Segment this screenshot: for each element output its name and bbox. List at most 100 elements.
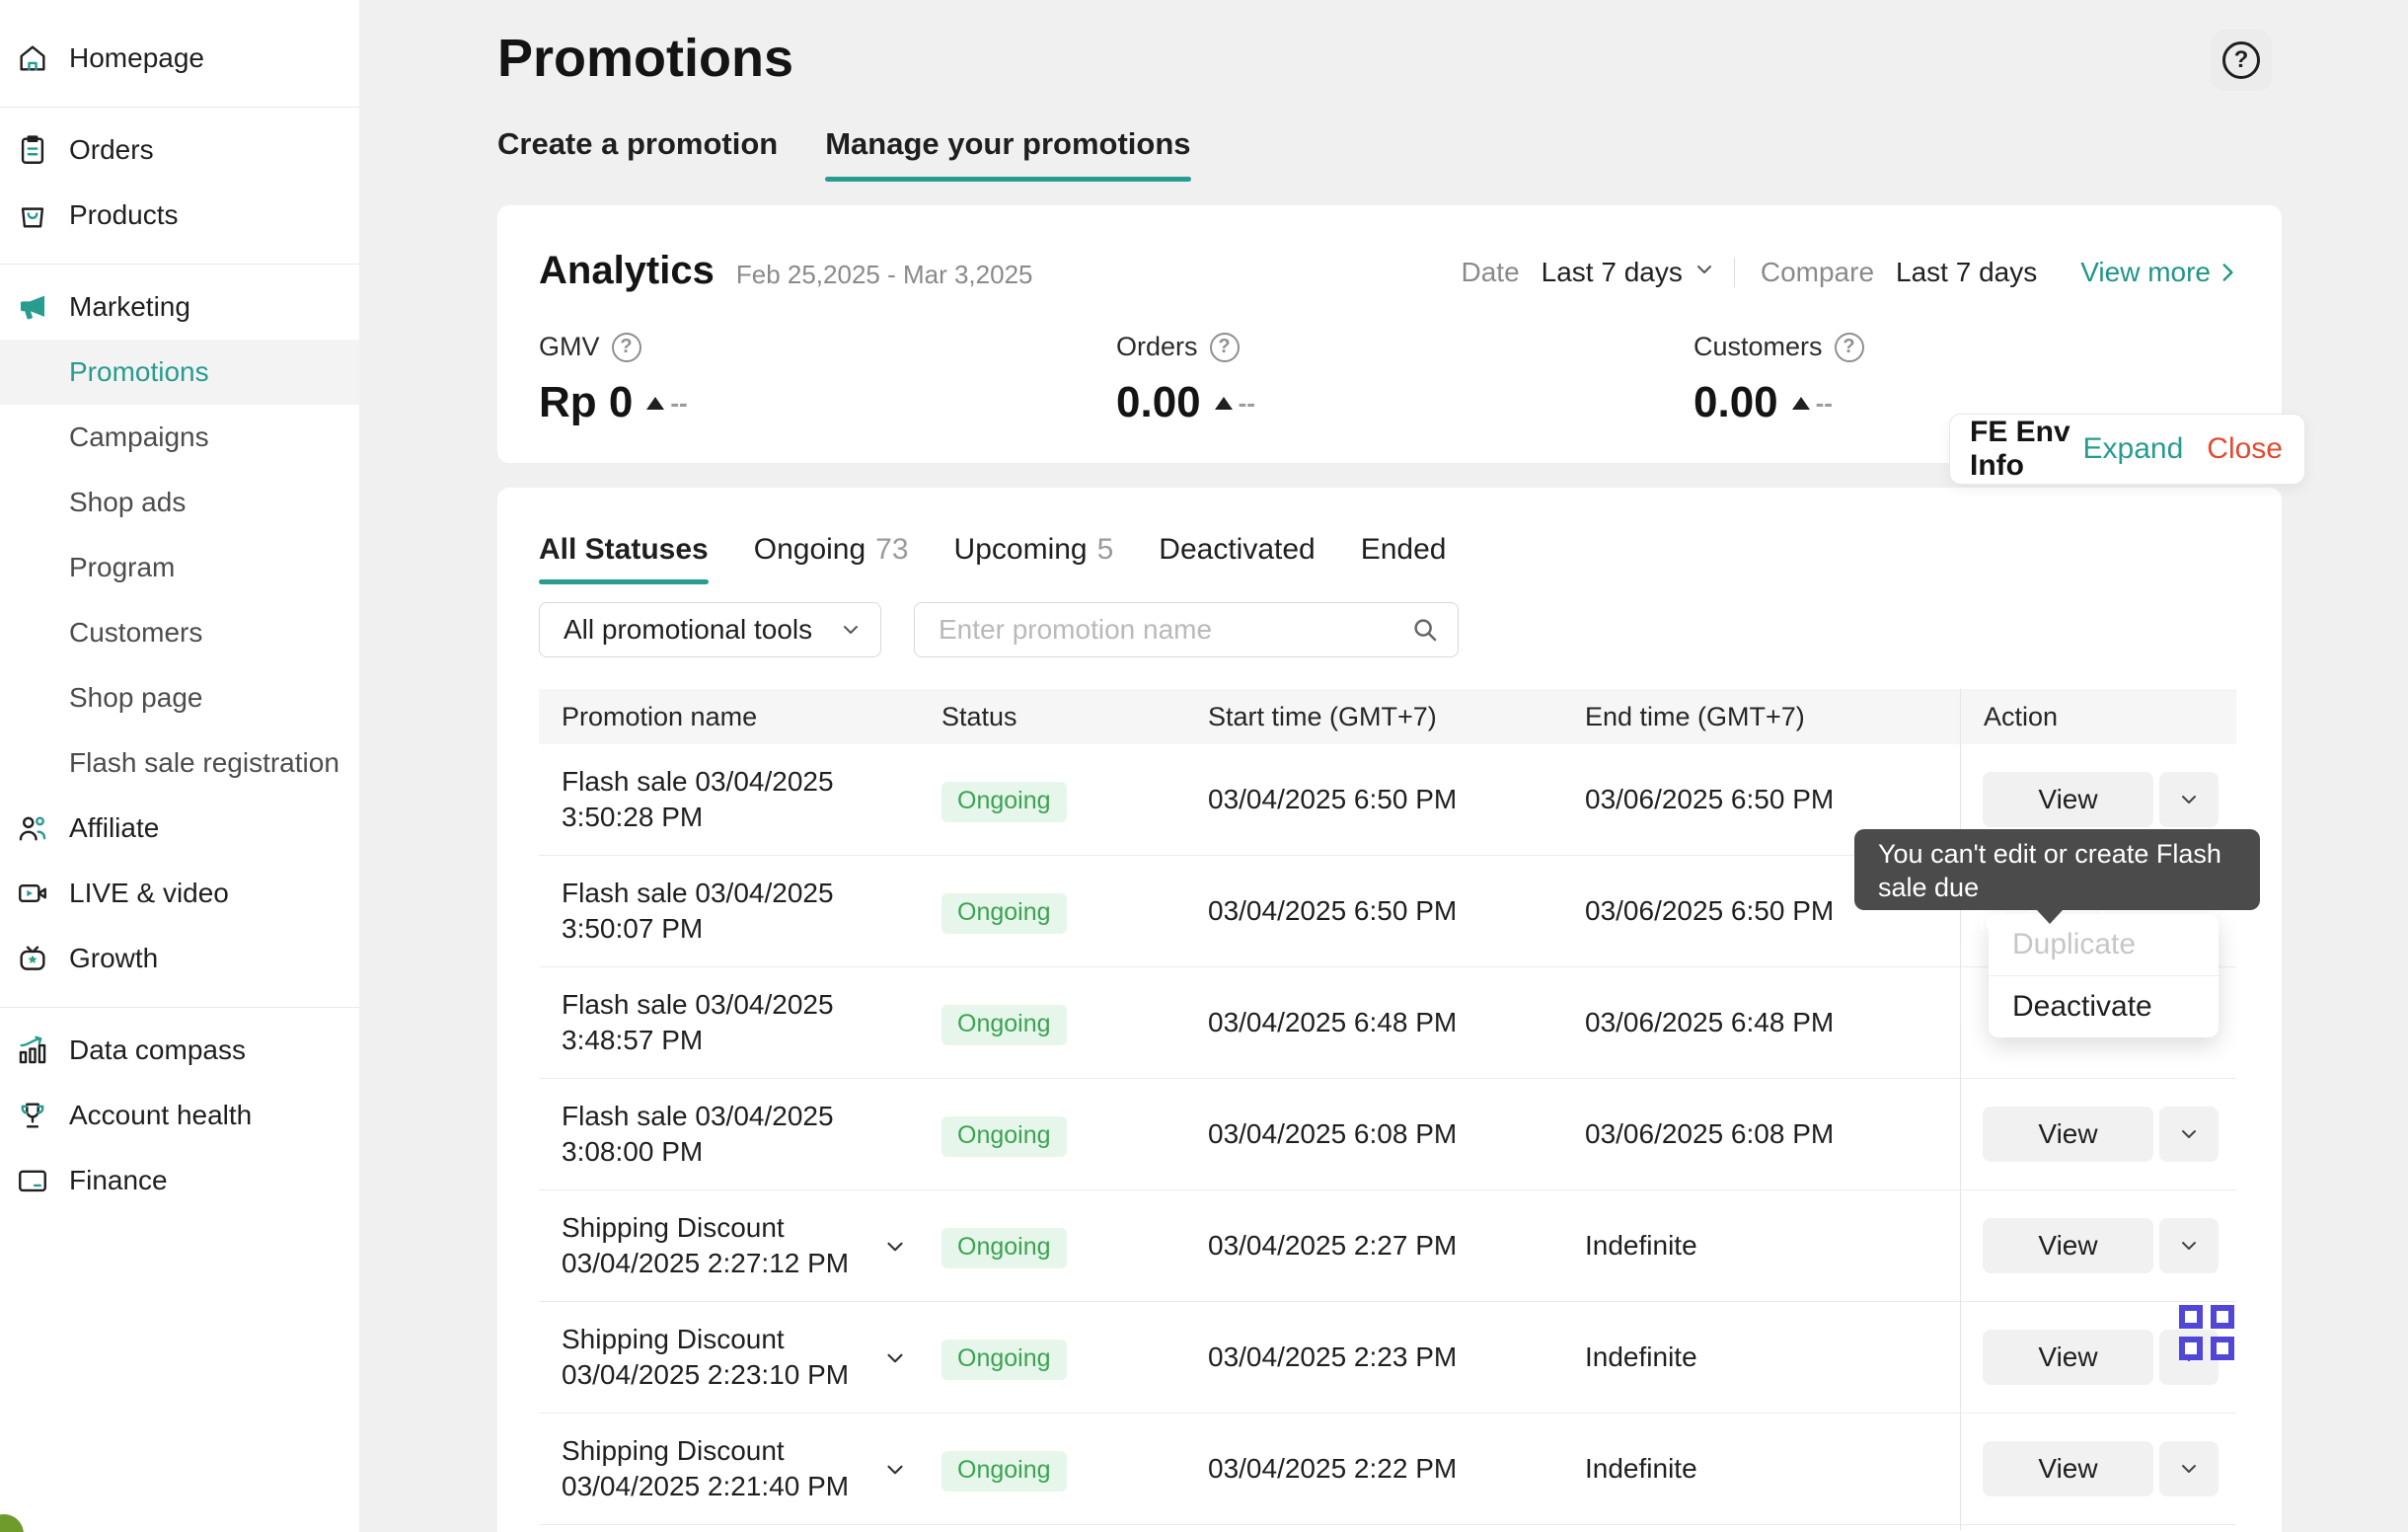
delta-up-icon — [646, 397, 664, 410]
end-time: 03/06/2025 6:48 PM — [1585, 1007, 1834, 1038]
end-time: Indefinite — [1585, 1341, 1697, 1373]
start-time: 03/04/2025 6:50 PM — [1208, 895, 1457, 927]
sidebar-divider — [0, 264, 359, 265]
chevron-down-icon[interactable] — [1693, 257, 1716, 288]
status-tab-deactivated[interactable]: Deactivated — [1159, 533, 1315, 584]
sidebar-item-data-compass[interactable]: Data compass — [0, 1018, 359, 1083]
end-time: 03/06/2025 6:50 PM — [1585, 895, 1834, 927]
home-icon — [16, 41, 49, 75]
date-label: Date — [1462, 257, 1520, 288]
tab-create-a-promotion[interactable]: Create a promotion — [497, 126, 778, 182]
megaphone-icon — [16, 290, 49, 324]
date-range-select[interactable]: Last 7 days — [1542, 257, 1683, 288]
sidebar-item-label: Growth — [69, 943, 158, 974]
start-time: 03/04/2025 2:27 PM — [1208, 1230, 1457, 1262]
table-row: Shipping Discount03/04/2025 2:27:12 PM O… — [539, 1190, 2236, 1302]
help-button[interactable]: ? — [2211, 30, 2272, 91]
view-more-link[interactable]: View more — [2080, 257, 2240, 288]
status-tab-count: 5 — [1097, 533, 1114, 567]
start-time: 03/04/2025 2:23 PM — [1208, 1341, 1457, 1373]
sidebar-item-marketing[interactable]: Marketing — [0, 274, 359, 340]
column-header-start-time: Start time (GMT+7) — [1208, 689, 1437, 744]
action-cell: View — [1983, 772, 2219, 827]
sidebar-item-program[interactable]: Program — [0, 535, 359, 600]
sidebar-item-finance[interactable]: Finance — [0, 1148, 359, 1213]
compare-value[interactable]: Last 7 days — [1896, 257, 2037, 288]
question-circle-icon[interactable]: ? — [1210, 333, 1240, 362]
expand-row-icon[interactable] — [882, 1457, 908, 1483]
sidebar-item-shop-ads[interactable]: Shop ads — [0, 470, 359, 535]
fe-env-title: FE Env Info — [1970, 416, 2083, 483]
page-title: Promotions — [497, 28, 793, 89]
sidebar-item-orders[interactable]: Orders — [0, 117, 359, 183]
more-actions-button[interactable] — [2159, 1107, 2219, 1162]
sidebar-item-label: Orders — [69, 134, 154, 166]
sidebar-item-label: Shop ads — [69, 487, 186, 518]
products-icon — [16, 198, 49, 232]
status-tab-label: Upcoming — [954, 533, 1088, 567]
promotion-name: Flash sale 03/04/20253:50:28 PM — [562, 764, 834, 835]
question-circle-icon[interactable]: ? — [1835, 333, 1864, 362]
chevron-down-icon — [2177, 1122, 2201, 1146]
fe-env-expand-link[interactable]: Expand — [2083, 432, 2184, 466]
bar-chart-icon — [16, 1034, 49, 1067]
status-badge: Ongoing — [941, 893, 1067, 934]
tab-manage-your-promotions[interactable]: Manage your promotions — [825, 126, 1190, 182]
more-actions-button[interactable] — [2159, 1218, 2219, 1273]
expand-row-icon[interactable] — [882, 1234, 908, 1260]
status-cell: Ongoing — [941, 1116, 1067, 1157]
delta-value: -- — [670, 388, 687, 419]
sidebar-item-affiliate[interactable]: Affiliate — [0, 796, 359, 861]
sidebar-item-products[interactable]: Products — [0, 183, 359, 248]
sidebar-item-live-video[interactable]: LIVE & video — [0, 861, 359, 926]
promotion-search-box — [914, 602, 1459, 657]
more-actions-button[interactable] — [2159, 1441, 2219, 1496]
view-button[interactable]: View — [1983, 1218, 2153, 1273]
status-cell: Ongoing — [941, 1228, 1067, 1268]
status-cell: Ongoing — [941, 1005, 1067, 1045]
status-cell: Ongoing — [941, 1451, 1067, 1492]
table-row: Flash sale 03/04/20253:48:57 PM Ongoing … — [539, 967, 2236, 1079]
sidebar-item-campaigns[interactable]: Campaigns — [0, 405, 359, 470]
view-button[interactable]: View — [1983, 772, 2153, 827]
orders-icon — [16, 133, 49, 167]
sidebar-item-account-health[interactable]: Account health — [0, 1083, 359, 1148]
sidebar-item-label: Campaigns — [69, 421, 209, 453]
promotional-tools-select[interactable]: All promotional tools — [539, 602, 881, 657]
sidebar-item-customers[interactable]: Customers — [0, 600, 359, 665]
menu-item-deactivate[interactable]: Deactivate — [1989, 976, 2219, 1037]
grid-widget-icon[interactable] — [2179, 1305, 2234, 1360]
seller-center-promotions-page: Homepage Orders Products Marketing Promo… — [0, 0, 2408, 1532]
expand-row-icon[interactable] — [882, 1345, 908, 1371]
promotion-name: Shipping Discount03/04/2025 2:21:40 PM — [562, 1433, 849, 1504]
sidebar-item-growth[interactable]: Growth — [0, 926, 359, 991]
view-button[interactable]: View — [1983, 1330, 2153, 1385]
promotion-search-input[interactable] — [939, 614, 1410, 646]
start-time: 03/04/2025 2:22 PM — [1208, 1453, 1457, 1485]
delta-value: -- — [1239, 388, 1255, 419]
growth-icon — [16, 942, 49, 975]
promotions-table: Promotion name Status Start time (GMT+7)… — [539, 689, 2236, 1525]
status-tab-all-statuses[interactable]: All Statuses — [539, 533, 709, 584]
status-tab-ongoing[interactable]: Ongoing 73 — [754, 533, 909, 584]
view-button[interactable]: View — [1983, 1107, 2153, 1162]
more-actions-button[interactable] — [2159, 772, 2219, 827]
end-time: Indefinite — [1585, 1453, 1697, 1485]
status-tab-upcoming[interactable]: Upcoming 5 — [954, 533, 1114, 584]
status-tab-ended[interactable]: Ended — [1361, 533, 1447, 584]
status-tab-count: 73 — [875, 533, 908, 567]
sidebar-item-flash-sale-registration[interactable]: Flash sale registration — [0, 730, 359, 796]
sidebar-item-label: Program — [69, 552, 175, 583]
sidebar-item-label: Marketing — [69, 291, 190, 323]
video-camera-icon — [16, 877, 49, 910]
sidebar-item-label: Affiliate — [69, 812, 159, 844]
view-button[interactable]: View — [1983, 1441, 2153, 1496]
sidebar-item-shop-page[interactable]: Shop page — [0, 665, 359, 730]
question-circle-icon[interactable]: ? — [612, 333, 641, 362]
sidebar-item-promotions[interactable]: Promotions — [0, 340, 359, 405]
fe-env-close-link[interactable]: Close — [2207, 432, 2283, 466]
promotion-name: Shipping Discount03/04/2025 2:23:10 PM — [562, 1322, 849, 1393]
column-header-status: Status — [941, 689, 1017, 744]
table-header: Promotion name Status Start time (GMT+7)… — [539, 689, 2236, 744]
sidebar-item-homepage[interactable]: Homepage — [0, 26, 359, 91]
